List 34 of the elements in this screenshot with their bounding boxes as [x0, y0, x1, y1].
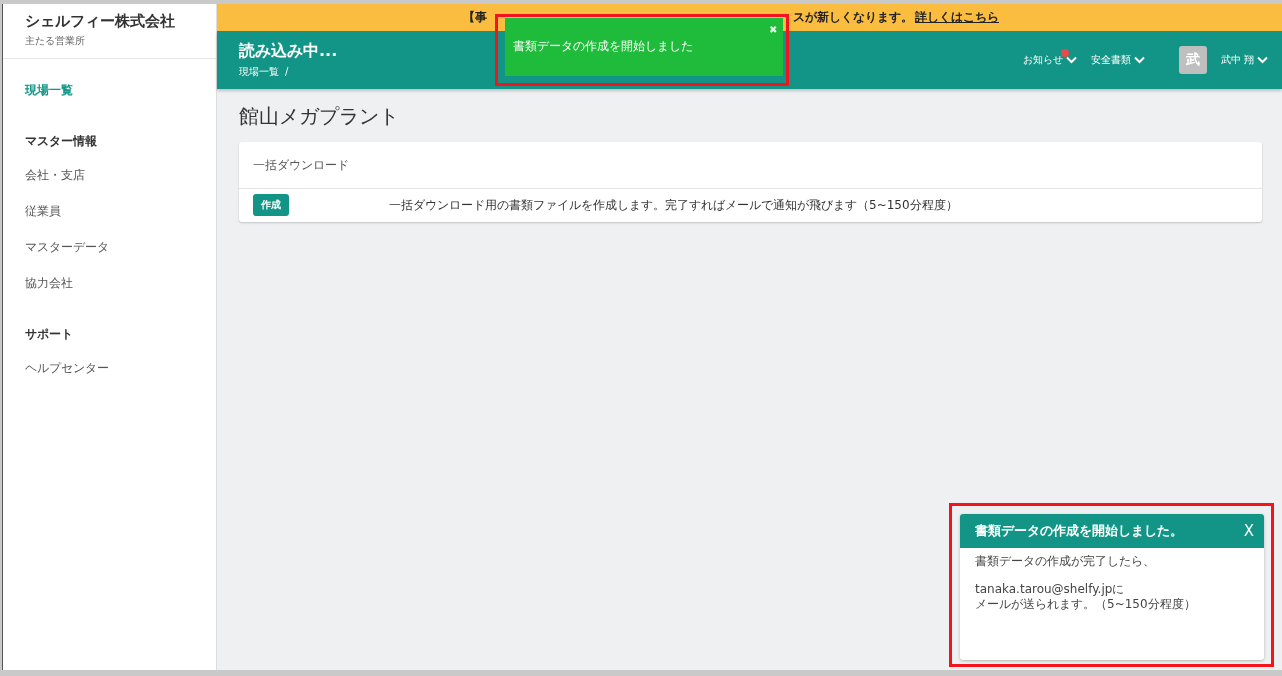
user-menu[interactable]: 武中 翔: [1220, 53, 1268, 67]
section-heading: サポート: [24, 326, 74, 343]
notification-email: tanaka.tarou@shelfy.jpに: [975, 582, 1126, 597]
toast-text: 書類データの作成を開始しました: [513, 39, 693, 53]
sidebar-item[interactable]: 協力会社: [3, 266, 216, 302]
office-name: 主たる営業所: [25, 34, 86, 48]
breadcrumb-link[interactable]: 現場一覧: [239, 66, 279, 77]
card-heading: 一括ダウンロード: [239, 142, 1262, 189]
breadcrumb-separator: /: [285, 66, 289, 77]
banner-text: スが新しくなります。: [793, 9, 913, 26]
notification-text: メールが送られます。（5~150分程度）: [975, 596, 1197, 612]
sidebar-item[interactable]: 現場一覧: [3, 73, 216, 109]
sidebar-item[interactable]: マスターデータ: [3, 230, 216, 266]
sidebar-item[interactable]: ヘルプセンター: [3, 351, 216, 387]
card-description: 一括ダウンロード用の書類ファイルを作成します。完了すればメールで通知が飛びます（5~150分程度）: [389, 196, 958, 214]
sidebar-item[interactable]: 従業員: [3, 194, 216, 230]
notification-title: 書類データの作成を開始しました。: [975, 522, 1183, 540]
create-button[interactable]: 作成: [253, 194, 289, 216]
header-menu[interactable]: 安全書類: [1090, 53, 1145, 67]
company-name: シェルフィー株式会社: [25, 12, 176, 31]
user-avatar: 武: [1178, 46, 1207, 74]
site-title: 館山メガプラント: [239, 103, 400, 130]
close-button[interactable]: X: [1243, 522, 1254, 540]
chevron-icon: [1065, 56, 1077, 64]
details-link[interactable]: 詳しくはこちら: [915, 9, 999, 26]
page-title: 読み込み中...: [239, 41, 338, 62]
header-menu[interactable]: お知らせ: [1022, 53, 1077, 67]
close-button[interactable]: ✖: [769, 24, 777, 35]
notification-text: 書類データの作成が完了したら、: [975, 554, 1156, 569]
chevron-icon: [1257, 56, 1268, 64]
banner-text: 【事: [463, 9, 487, 26]
chevron-icon: [1133, 56, 1145, 64]
sidebar-item[interactable]: 会社・支店: [3, 158, 216, 194]
section-heading: マスター情報: [24, 133, 98, 150]
